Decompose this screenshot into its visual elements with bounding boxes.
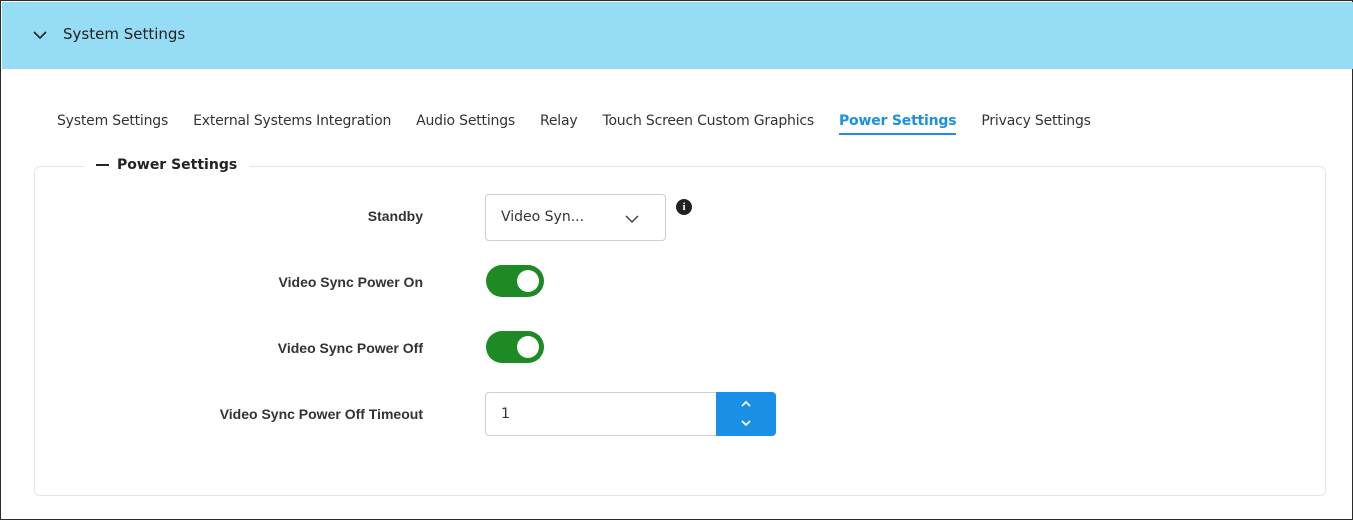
standby-select-value: Video Syn... [501, 209, 585, 225]
section-header-title: System Settings [63, 25, 186, 43]
video-sync-power-on-toggle[interactable] [486, 265, 544, 297]
tab-privacy-settings[interactable]: Privacy Settings [981, 113, 1091, 129]
tab-system-settings[interactable]: System Settings [57, 113, 168, 129]
power-settings-panel [34, 166, 1326, 496]
info-icon[interactable]: i [676, 199, 692, 215]
video-sync-power-off-toggle[interactable] [486, 331, 544, 363]
chevron-down-icon [625, 215, 639, 224]
standby-label: Standby [367, 208, 423, 224]
tab-external-systems-integration[interactable]: External Systems Integration [193, 113, 391, 129]
collapse-dash-icon [96, 164, 109, 166]
tab-bar: System Settings External Systems Integra… [57, 113, 1116, 143]
app-frame: System Settings System Settings External… [0, 0, 1353, 520]
timeout-value: 1 [501, 406, 510, 422]
legend-label: Power Settings [117, 157, 238, 173]
power-settings-legend[interactable]: Power Settings [84, 157, 250, 173]
timeout-label: Video Sync Power Off Timeout [219, 406, 423, 422]
tab-audio-settings[interactable]: Audio Settings [416, 113, 515, 129]
chevron-up-icon[interactable] [740, 399, 752, 409]
video-sync-power-on-label: Video Sync Power On [278, 274, 423, 290]
section-header[interactable]: System Settings [2, 2, 1353, 69]
timeout-stepper[interactable]: 1 [485, 392, 776, 436]
tab-relay[interactable]: Relay [540, 113, 578, 129]
chevron-down-icon[interactable] [740, 418, 752, 428]
timeout-input[interactable]: 1 [485, 392, 717, 436]
tab-power-settings[interactable]: Power Settings [839, 113, 957, 135]
chevron-down-icon[interactable] [32, 27, 48, 43]
stepper-buttons[interactable] [716, 392, 776, 436]
tab-touch-screen-custom-graphics[interactable]: Touch Screen Custom Graphics [602, 113, 814, 129]
video-sync-power-off-label: Video Sync Power Off [277, 340, 423, 356]
standby-select[interactable]: Video Syn... [485, 194, 666, 241]
toggle-knob [517, 336, 539, 358]
toggle-knob [517, 270, 539, 292]
